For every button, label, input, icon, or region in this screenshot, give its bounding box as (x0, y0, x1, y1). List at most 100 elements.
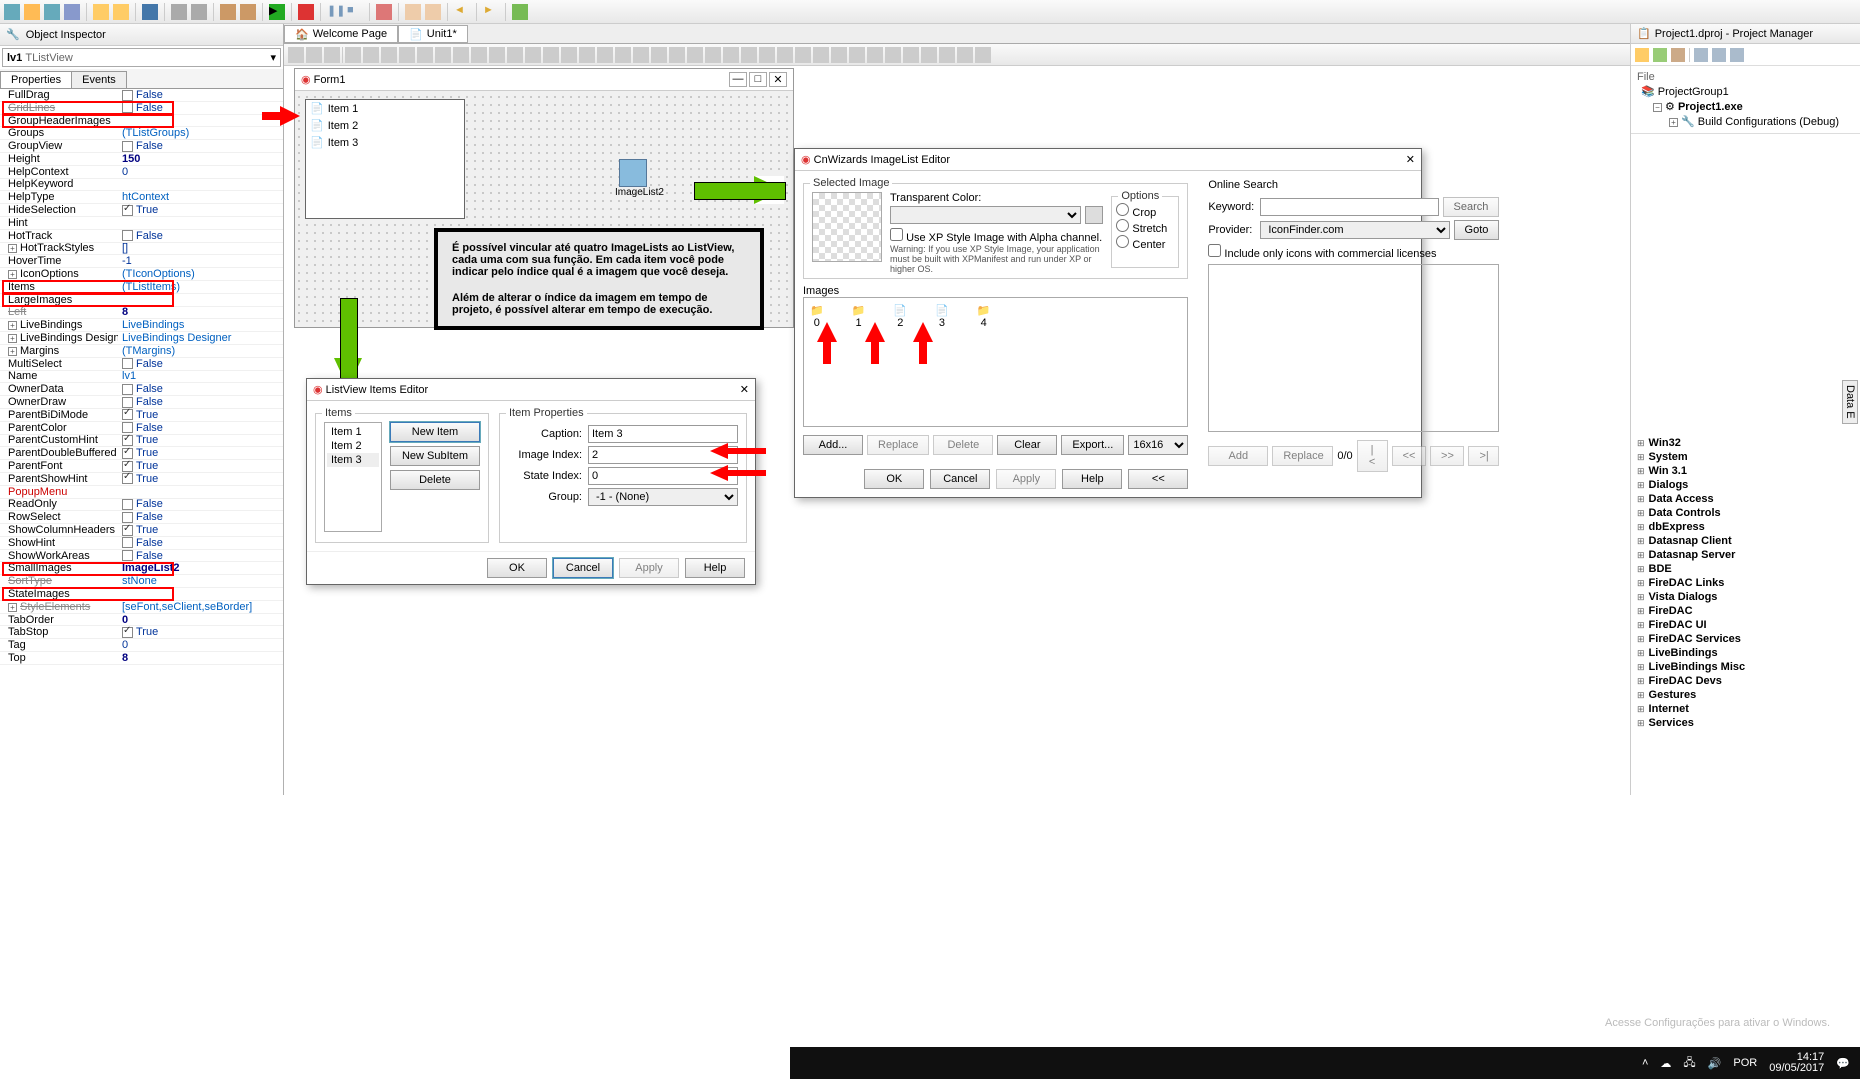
align-icon[interactable] (921, 47, 937, 63)
property-row[interactable]: ParentColorFalse (0, 422, 283, 435)
align-icon[interactable] (669, 47, 685, 63)
property-row[interactable]: SmallImagesImageList2 (0, 562, 283, 575)
palette-category[interactable]: Win32 (1635, 436, 1860, 450)
property-row[interactable]: TabStopTrue (0, 626, 283, 639)
property-row[interactable]: HotTrackFalse (0, 230, 283, 243)
help-button[interactable]: Help (1062, 469, 1122, 489)
align-icon[interactable] (705, 47, 721, 63)
transparent-select[interactable] (890, 206, 1081, 224)
goto-button[interactable]: Goto (1454, 220, 1500, 240)
palette-category[interactable]: LiveBindings Misc (1635, 660, 1860, 674)
align-icon[interactable] (489, 47, 505, 63)
component-selector[interactable]: lv1 TListView ▾ (2, 48, 281, 67)
align-icon[interactable] (723, 47, 739, 63)
align-icon[interactable] (795, 47, 811, 63)
property-row[interactable]: OwnerDataFalse (0, 383, 283, 396)
pm-btn[interactable] (1712, 48, 1726, 62)
property-row[interactable]: HelpKeyword (0, 179, 283, 192)
cancel-button[interactable]: Cancel (553, 558, 613, 578)
palette-category[interactable]: BDE (1635, 562, 1860, 576)
maximize-icon[interactable]: □ (749, 72, 767, 87)
property-row[interactable]: FullDragFalse (0, 89, 283, 102)
property-grid[interactable]: FullDragFalseGridLinesFalseGroupHeaderIm… (0, 89, 283, 795)
palette-category[interactable]: FireDAC (1635, 604, 1860, 618)
nav-back-icon[interactable]: ◄ (454, 4, 470, 20)
property-row[interactable]: ShowColumnHeadersTrue (0, 524, 283, 537)
align-icon[interactable] (507, 47, 523, 63)
align-icon[interactable] (687, 47, 703, 63)
property-row[interactable]: HoverTime-1 (0, 255, 283, 268)
align-icon[interactable] (324, 47, 340, 63)
tab-events[interactable]: Events (71, 71, 127, 88)
palette-category[interactable]: Data Access (1635, 492, 1860, 506)
property-row[interactable]: RowSelectFalse (0, 511, 283, 524)
palette-category[interactable]: Dialogs (1635, 478, 1860, 492)
align-icon[interactable] (471, 47, 487, 63)
palette-category[interactable]: Services (1635, 716, 1860, 730)
property-row[interactable]: TabOrder0 (0, 614, 283, 627)
palette-category[interactable]: FireDAC Services (1635, 632, 1860, 646)
brush-icon[interactable] (425, 4, 441, 20)
property-row[interactable]: Items(TListItems) (0, 281, 283, 294)
property-row[interactable]: ShowHintFalse (0, 537, 283, 550)
property-row[interactable]: Tag0 (0, 639, 283, 652)
help-button[interactable]: Help (685, 558, 745, 578)
close-icon[interactable]: ✕ (1406, 153, 1415, 166)
search-button[interactable]: Search (1443, 197, 1500, 217)
palette-category[interactable]: System (1635, 450, 1860, 464)
books-icon[interactable] (512, 4, 528, 20)
align-icon[interactable] (435, 47, 451, 63)
delete-button[interactable]: Delete (390, 470, 480, 490)
palette-category[interactable]: dbExpress (1635, 520, 1860, 534)
pm-btn[interactable] (1653, 48, 1667, 62)
ok-button[interactable]: OK (864, 469, 924, 489)
property-row[interactable]: ParentCustomHintTrue (0, 435, 283, 448)
brush-icon[interactable] (405, 4, 421, 20)
volume-icon[interactable]: 🔊 (1708, 1057, 1722, 1070)
property-row[interactable]: PopupMenu (0, 486, 283, 499)
property-row[interactable]: OwnerDrawFalse (0, 396, 283, 409)
palette-category[interactable]: LiveBindings (1635, 646, 1860, 660)
run-icon[interactable]: ▶ (269, 4, 285, 20)
property-row[interactable]: +StyleElements[seFont,seClient,seBorder] (0, 601, 283, 614)
align-icon[interactable] (975, 47, 991, 63)
align-icon[interactable] (561, 47, 577, 63)
commercial-checkbox[interactable] (1208, 244, 1221, 257)
tb-icon[interactable] (113, 4, 129, 20)
align-icon[interactable] (381, 47, 397, 63)
data-explorer-tab[interactable]: Data E (1842, 380, 1858, 424)
property-row[interactable]: GroupHeaderImages (0, 115, 283, 128)
palette-category[interactable]: Data Controls (1635, 506, 1860, 520)
language-indicator[interactable]: POR (1733, 1057, 1757, 1069)
align-icon[interactable] (831, 47, 847, 63)
pm-btn[interactable] (1671, 48, 1685, 62)
property-row[interactable]: HideSelectionTrue (0, 204, 283, 217)
tb-icon[interactable] (191, 4, 207, 20)
export-button[interactable]: Export... (1061, 435, 1124, 455)
close-icon[interactable]: ✕ (769, 72, 787, 87)
property-row[interactable]: ParentBiDiModeTrue (0, 409, 283, 422)
tb-icon[interactable] (4, 4, 20, 20)
tb-icon[interactable] (240, 4, 256, 20)
property-row[interactable]: Groups(TListGroups) (0, 127, 283, 140)
align-icon[interactable] (867, 47, 883, 63)
tray-up-icon[interactable]: ˄ (1642, 1057, 1648, 1069)
pause-icon[interactable]: ❚❚ (327, 4, 343, 20)
imagelist-component[interactable]: ImageList2 (615, 159, 651, 195)
keyword-input[interactable] (1260, 198, 1438, 216)
property-row[interactable]: ParentShowHintTrue (0, 473, 283, 486)
size-select[interactable]: 16x16 (1128, 435, 1188, 455)
crop-radio[interactable] (1116, 203, 1129, 216)
pm-btn[interactable] (1694, 48, 1708, 62)
align-icon[interactable] (885, 47, 901, 63)
align-icon[interactable] (849, 47, 865, 63)
tab-welcome[interactable]: 🏠Welcome Page (284, 25, 398, 43)
palette-category[interactable]: FireDAC UI (1635, 618, 1860, 632)
caption-input[interactable] (588, 425, 738, 443)
tb-icon[interactable] (220, 4, 236, 20)
palette-category[interactable]: Win 3.1 (1635, 464, 1860, 478)
new-subitem-button[interactable]: New SubItem (390, 446, 480, 466)
property-row[interactable]: ParentDoubleBufferedTrue (0, 447, 283, 460)
ok-button[interactable]: OK (487, 558, 547, 578)
palette-category[interactable]: Vista Dialogs (1635, 590, 1860, 604)
